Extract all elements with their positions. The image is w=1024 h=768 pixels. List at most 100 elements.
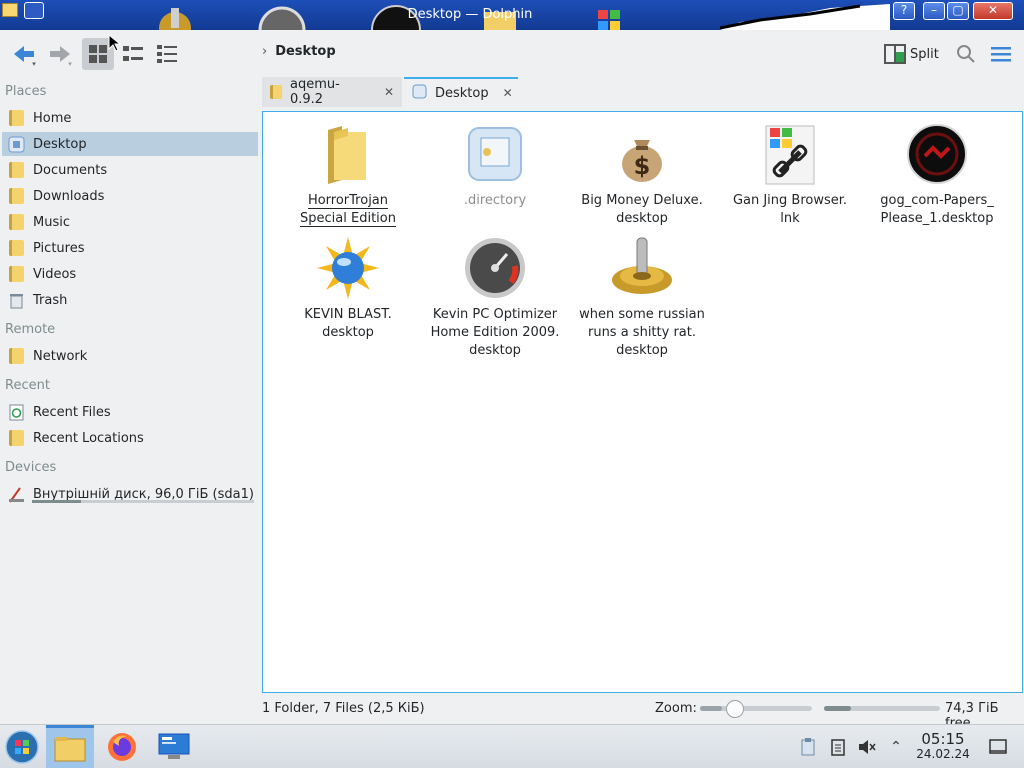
free-space-bar [824, 706, 940, 711]
file-name: KEVIN BLAST. desktop [304, 307, 392, 340]
sidebar-item-pictures[interactable]: Pictures [2, 236, 258, 260]
sidebar-item-recent-locations[interactable]: Recent Locations [2, 426, 258, 450]
details-view-button[interactable] [152, 38, 182, 70]
tab-label: aqemu-0.9.2 [290, 77, 340, 107]
sidebar-item-music[interactable]: Music [2, 210, 258, 234]
file-item-directory[interactable]: .directory [425, 122, 565, 210]
sun-globe-icon [316, 236, 380, 300]
recent-header: Recent [5, 378, 50, 393]
drive-usage-bar [32, 500, 254, 503]
home-icon [8, 109, 25, 127]
split-label: Split [910, 46, 939, 62]
details-view-icon [157, 45, 177, 63]
hamburger-menu-icon [991, 47, 1011, 62]
sidebar-item-desktop[interactable]: Desktop [2, 132, 258, 156]
file-name: Kevin PC Optimizer Home Edition 2009. de… [430, 307, 560, 358]
hamburger-menu-button[interactable] [988, 42, 1014, 66]
videos-icon [8, 265, 25, 283]
sidebar-item-label: Desktop [33, 136, 87, 152]
status-summary: 1 Folder, 7 Files (2,5 КіБ) [262, 701, 425, 716]
search-button[interactable] [954, 42, 978, 66]
tray-clipboard-icon[interactable] [798, 725, 818, 768]
window-title: Desktop — Dolphin [407, 7, 533, 22]
taskbar: ⌃ 05:15 24.02.24 [0, 724, 1024, 768]
tray-expand-icon[interactable]: ⌃ [886, 725, 906, 768]
split-view-icon [884, 44, 906, 64]
papers-please-icon [905, 122, 969, 186]
search-icon [957, 45, 975, 63]
sidebar-item-network[interactable]: Network [2, 344, 258, 368]
file-name: Gan Jing Browser. lnk [732, 193, 848, 226]
tab-close-icon[interactable]: ✕ [384, 85, 394, 99]
svg-text:$: $ [634, 152, 651, 180]
file-name: .directory [463, 193, 527, 208]
file-item-horrortrojan[interactable]: HorrorTrojan Special Edition [278, 122, 418, 228]
sidebar-item-recent-files[interactable]: Recent Files [2, 400, 258, 424]
window-titlebar[interactable]: Desktop — Dolphin ? – ▢ ✕ [0, 0, 1024, 30]
show-desktop-button[interactable] [984, 725, 1012, 768]
places-panel: Places Home Desktop Documents Downloads … [0, 78, 260, 508]
file-item-papers-please[interactable]: gog_com-Papers_ Please_1.desktop [867, 122, 1007, 228]
tab-aqemu[interactable]: aqemu-0.9.2 ✕ [262, 77, 402, 107]
devices-header: Devices [5, 460, 57, 475]
zoom-slider-handle[interactable] [726, 700, 744, 718]
digital-clock[interactable]: 05:15 24.02.24 [912, 725, 974, 768]
tab-desktop[interactable]: Desktop ✕ [404, 77, 518, 107]
main-toolbar: ▾ ▾ Split [0, 30, 1024, 76]
sidebar-item-label: Recent Locations [33, 430, 144, 446]
sidebar-item-trash[interactable]: Trash [2, 288, 258, 312]
maximize-button[interactable]: ▢ [947, 2, 969, 20]
trash-icon [8, 291, 25, 309]
sidebar-item-label: Music [33, 214, 70, 230]
network-icon [8, 347, 25, 365]
sidebar-item-label: Documents [33, 162, 108, 178]
firefox-icon [108, 733, 136, 761]
sidebar-item-label: Videos [33, 266, 77, 282]
zoom-label: Zoom: [655, 701, 697, 716]
minimize-button[interactable]: – [923, 2, 945, 20]
compact-view-icon [123, 46, 143, 61]
start-menu-button[interactable] [0, 725, 44, 768]
file-name: gog_com-Papers_ Please_1.desktop [880, 193, 994, 226]
forward-dropdown-icon[interactable]: ▾ [66, 60, 74, 68]
taskbar-item-dolphin[interactable] [46, 725, 94, 768]
back-dropdown-icon[interactable]: ▾ [30, 60, 38, 68]
breadcrumb[interactable]: › Desktop [262, 44, 336, 59]
breadcrumb-item-desktop[interactable]: Desktop [275, 44, 335, 59]
desktop-config-icon [463, 122, 527, 186]
remote-header: Remote [5, 322, 56, 337]
clock-time: 05:15 [921, 730, 965, 748]
file-view[interactable]: HorrorTrojan Special Edition .directory … [262, 111, 1023, 693]
tray-notes-icon[interactable] [828, 725, 848, 768]
zoom-slider[interactable] [700, 700, 812, 718]
documents-icon [8, 161, 25, 179]
file-item-kevin-blast[interactable]: KEVIN BLAST. desktop [278, 236, 418, 342]
split-button[interactable]: Split [884, 42, 939, 66]
file-manager-icon [54, 736, 86, 761]
file-item-big-money-deluxe[interactable]: $ Big Money Deluxe. desktop [572, 122, 712, 228]
folder-icon [316, 122, 380, 186]
tab-close-icon[interactable]: ✕ [503, 86, 513, 100]
drive-icon [8, 485, 25, 503]
sidebar-item-home[interactable]: Home [2, 106, 258, 130]
sidebar-item-label: Home [33, 110, 72, 126]
sidebar-item-videos[interactable]: Videos [2, 262, 258, 286]
compact-view-button[interactable] [118, 38, 148, 70]
sidebar-item-downloads[interactable]: Downloads [2, 184, 258, 208]
sidebar-item-documents[interactable]: Documents [2, 158, 258, 182]
money-bag-icon: $ [610, 122, 674, 186]
close-button[interactable]: ✕ [973, 2, 1013, 20]
windows-start-icon [5, 730, 39, 764]
icons-view-icon [89, 45, 107, 63]
file-item-kevin-pc-optimizer[interactable]: Kevin PC Optimizer Home Edition 2009. de… [425, 236, 565, 360]
taskbar-item-system-settings[interactable] [150, 725, 198, 768]
tab-label: Desktop [435, 85, 489, 101]
tray-volume-muted-icon[interactable] [856, 725, 878, 768]
desktop-icon [8, 135, 25, 153]
file-item-russian-rat[interactable]: when some russian runs a shitty rat. des… [572, 236, 712, 360]
zoom-slider-fill [700, 706, 722, 711]
sidebar-item-label: Recent Files [33, 404, 111, 420]
file-item-gan-jing-browser[interactable]: Gan Jing Browser. lnk [720, 122, 860, 228]
help-button[interactable]: ? [893, 2, 915, 20]
taskbar-item-firefox[interactable] [100, 725, 144, 768]
